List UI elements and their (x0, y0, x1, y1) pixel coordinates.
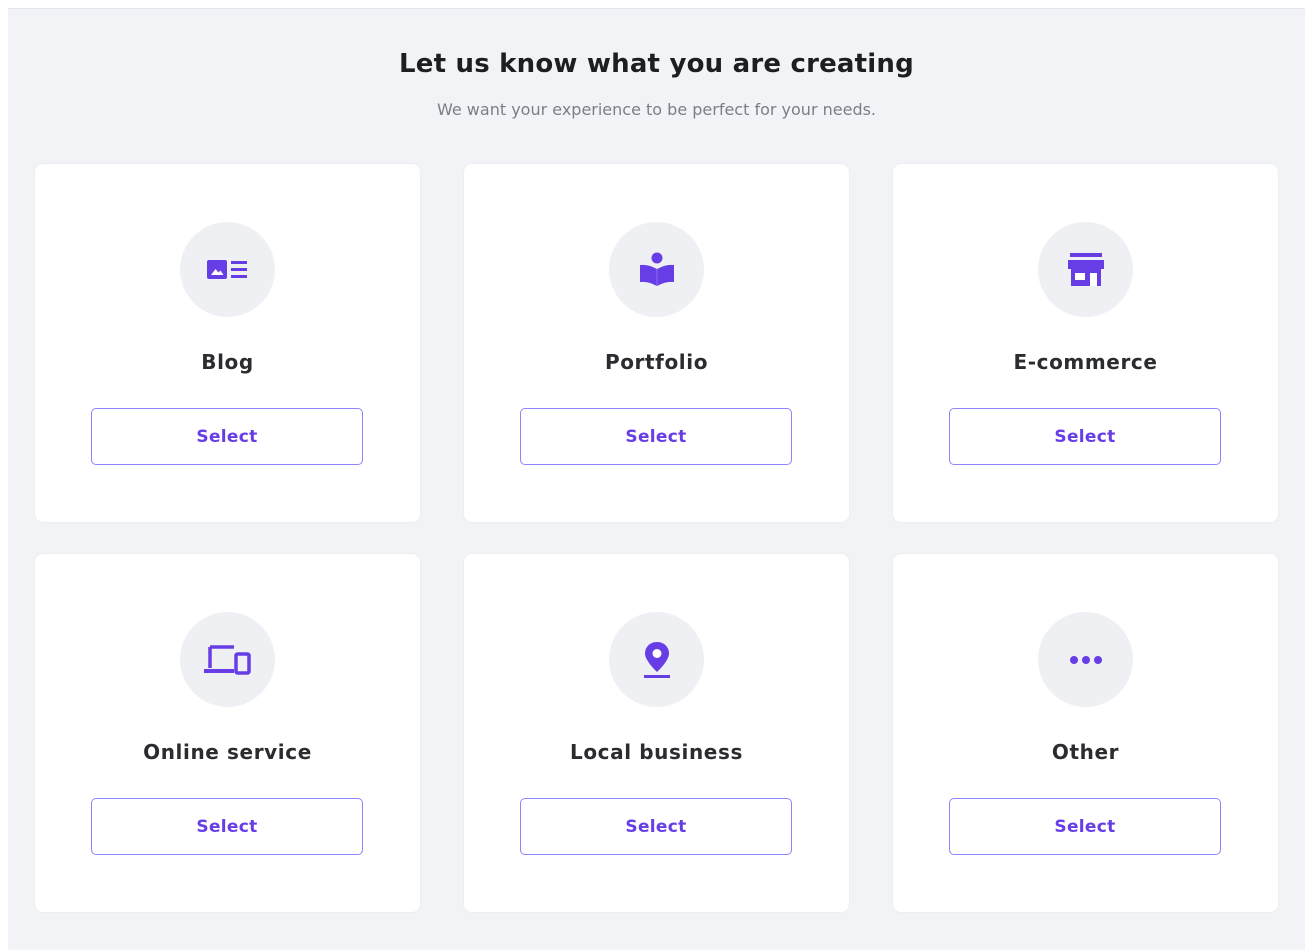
icon-circle (609, 612, 704, 707)
devices-icon (203, 643, 252, 677)
icon-circle (180, 222, 275, 317)
option-card-portfolio: Portfolio Select (464, 164, 849, 522)
more-dots-icon (1069, 655, 1103, 665)
icon-circle (180, 612, 275, 707)
option-label: Other (1051, 740, 1120, 764)
option-card-online-service: Online service Select (35, 554, 420, 912)
option-card-blog: Blog Select (35, 164, 420, 522)
option-card-local-business: Local business Select (464, 554, 849, 912)
option-card-ecommerce: E-commerce Select (893, 164, 1278, 522)
option-label: Local business (570, 740, 743, 764)
option-label: Online service (143, 740, 312, 764)
location-pin-icon (642, 641, 672, 679)
icon-circle (1038, 222, 1133, 317)
option-label: Portfolio (604, 350, 709, 374)
option-label: Blog (201, 350, 254, 374)
select-portfolio-button[interactable]: Select (520, 408, 792, 465)
option-card-other: Other Select (893, 554, 1278, 912)
select-ecommerce-button[interactable]: Select (949, 408, 1221, 465)
onboarding-page: Let us know what you are creating We wan… (8, 8, 1305, 950)
page-subtitle: We want your experience to be perfect fo… (436, 100, 877, 119)
icon-circle (1038, 612, 1133, 707)
book-reader-icon (638, 251, 676, 289)
select-local-business-button[interactable]: Select (520, 798, 792, 855)
page-title: Let us know what you are creating (399, 49, 914, 79)
select-blog-button[interactable]: Select (91, 408, 363, 465)
store-icon (1067, 252, 1104, 287)
option-label: E-commerce (1013, 350, 1158, 374)
select-online-service-button[interactable]: Select (91, 798, 363, 855)
icon-circle (609, 222, 704, 317)
option-grid: Blog Select Portfolio Select E-commerce … (35, 164, 1279, 913)
blog-post-icon (206, 258, 249, 282)
select-other-button[interactable]: Select (949, 798, 1221, 855)
